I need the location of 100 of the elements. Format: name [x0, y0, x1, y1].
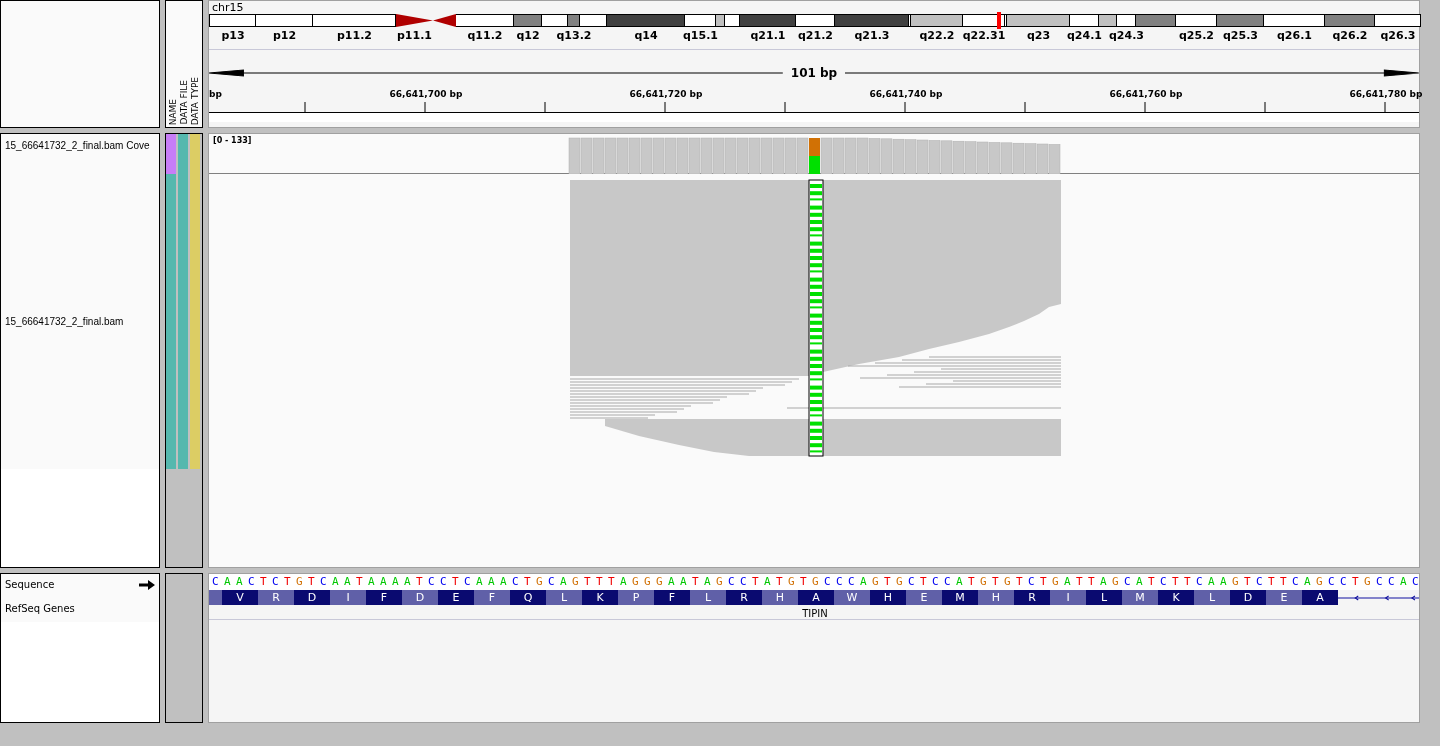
coverage-bar [1048, 144, 1061, 174]
left-arrow-icon [209, 69, 783, 77]
amino-acid-cell: R [1014, 590, 1050, 605]
band-label: p11.2 [337, 28, 372, 44]
coverage-bar [856, 137, 869, 174]
band-label: q25.2 [1179, 28, 1214, 44]
band-label: q23 [1026, 28, 1051, 44]
amino-acid-cell: E [1266, 590, 1302, 605]
attribute-cell[interactable] [166, 134, 176, 174]
band-label: p13 [221, 28, 245, 44]
amino-acid-cell: M [1122, 590, 1158, 605]
coverage-bar [796, 137, 809, 174]
coverage-bar [664, 137, 677, 174]
attribute-cell[interactable] [178, 134, 188, 174]
band-label: q11.2 [467, 28, 503, 44]
coverage-bar [988, 142, 1001, 174]
coverage-bar [568, 137, 581, 174]
coverage-bar [880, 138, 893, 174]
chromosome-band [1217, 14, 1264, 27]
amino-acid-cell: A [798, 590, 834, 605]
coverage-bar [928, 140, 941, 174]
coverage-bar [976, 141, 989, 174]
amino-acid-cell: K [582, 590, 618, 605]
amino-acid-cell [209, 590, 222, 605]
coverage-bar [916, 139, 929, 174]
band-label: q12 [516, 28, 540, 44]
strand-arrow-icon[interactable] [139, 579, 155, 590]
amino-acid-cell: F [474, 590, 510, 605]
coverage-bar [676, 137, 689, 174]
amino-acid-cell: H [762, 590, 798, 605]
amino-acid-cell: P [618, 590, 654, 605]
amino-acid-cell: M [942, 590, 978, 605]
amino-acid-cell: Q [510, 590, 546, 605]
band-label: q21.2 [798, 28, 833, 44]
band-label: q15.1 [683, 28, 718, 44]
coverage-bar [616, 137, 629, 174]
track-name[interactable]: RefSeq Genes [5, 601, 155, 616]
tick-label: 66,641,780 bp [1349, 88, 1423, 101]
coverage-bar [892, 138, 905, 174]
amino-acid-cell: D [1230, 590, 1266, 605]
coverage-bar [1024, 143, 1037, 174]
data-range-label: [0 - 133] [213, 135, 252, 147]
coverage-bar [844, 137, 857, 174]
coverage-bar [640, 137, 653, 174]
coverage-bar [688, 137, 701, 174]
coverage-bar [832, 137, 845, 174]
amino-acid-cell: A [1302, 590, 1338, 605]
amino-acid-cell: L [1086, 590, 1122, 605]
coverage-bar [700, 137, 713, 174]
amino-acid-cell: I [330, 590, 366, 605]
tick-label: bp [209, 88, 222, 101]
span-length-label: 101 bp [790, 65, 838, 82]
amino-acid-cell: L [1194, 590, 1230, 605]
coverage-bar [628, 137, 641, 174]
chromosome-band [1176, 14, 1217, 27]
coverage-bar [772, 137, 785, 174]
band-label: q24.3 [1109, 28, 1144, 44]
right-arrow-icon [845, 69, 1419, 77]
amino-acid-cell: V [222, 590, 258, 605]
amino-acid-cell: F [654, 590, 690, 605]
amino-acid-cell: R [258, 590, 294, 605]
coverage-bar [580, 137, 593, 174]
attribute-column-header[interactable]: NAME [168, 98, 178, 125]
attribute-cell[interactable] [190, 174, 200, 469]
amino-acid-cell: I [1050, 590, 1086, 605]
band-label: q25.3 [1223, 28, 1258, 44]
attribute-cell[interactable] [166, 174, 176, 469]
coverage-bar [964, 141, 977, 174]
attribute-cell[interactable] [190, 134, 200, 174]
amino-acid-cell: L [690, 590, 726, 605]
coverage-bar [760, 137, 773, 174]
amino-acid-cell: W [834, 590, 870, 605]
coverage-bar [652, 137, 665, 174]
coverage-bar [604, 137, 617, 174]
band-label: q22.31 [962, 28, 1006, 44]
band-label: q26.1 [1277, 28, 1312, 44]
track-name[interactable]: 15_66641732_2_final.bam [5, 314, 124, 329]
coverage-bar [736, 137, 749, 174]
coverage-bar [724, 137, 737, 174]
band-label: q22.2 [919, 28, 955, 44]
coverage-bar [820, 137, 833, 174]
amino-acid-cell: D [294, 590, 330, 605]
band-label: p12 [272, 28, 297, 44]
gene-name: TIPIN [802, 607, 828, 621]
chromosome-band [1325, 14, 1375, 27]
tick-label: 66,641,760 bp [1109, 88, 1183, 101]
coverage-bar [904, 139, 917, 174]
track-name[interactable]: Sequence [5, 577, 55, 592]
attribute-cell[interactable] [178, 174, 188, 469]
coverage-bar [1000, 142, 1013, 174]
coverage-bar [712, 137, 725, 174]
band-label: p11.1 [397, 28, 432, 44]
band-label: q14 [634, 28, 658, 44]
attribute-column-header[interactable]: DATA FILE [179, 80, 189, 125]
band-label: q21.3 [854, 28, 890, 44]
amino-acid-cell: E [906, 590, 942, 605]
amino-acid-cell: K [1158, 590, 1194, 605]
attribute-column-header[interactable]: DATA TYPE [190, 76, 200, 125]
coverage-bar [748, 137, 761, 174]
band-label: q26.2 [1332, 28, 1368, 44]
